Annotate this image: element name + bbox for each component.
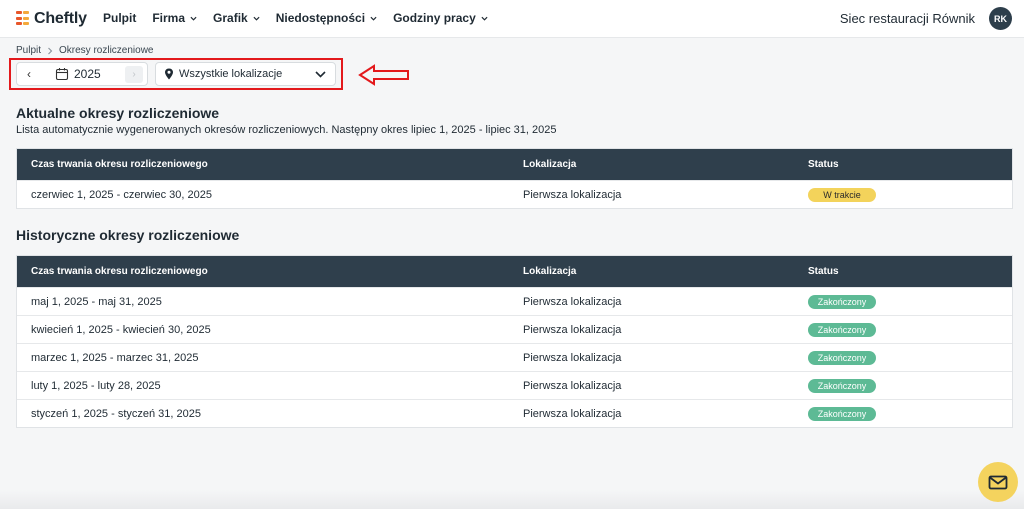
page-bottom-edge <box>0 490 1024 509</box>
selected-year: 2025 <box>74 67 101 81</box>
top-navigation: Cheftly Pulpit Firma Grafik Niedostępnoś… <box>0 0 1024 38</box>
current-periods-title: Aktualne okresy rozliczeniowe <box>16 105 220 121</box>
status-badge: Zakończony <box>808 323 876 337</box>
status-badge: Zakończony <box>808 379 876 393</box>
breadcrumb-home[interactable]: Pulpit <box>16 45 41 56</box>
cell-period: marzec 1, 2025 - marzec 31, 2025 <box>31 352 199 364</box>
cell-period: kwiecień 1, 2025 - kwiecień 30, 2025 <box>31 324 211 336</box>
history-periods-title: Historyczne okresy rozliczeniowe <box>16 227 240 243</box>
chevron-down-icon <box>481 16 488 21</box>
cell-location: Pierwsza lokalizacja <box>523 189 622 201</box>
location-select-value: Wszystkie lokalizacje <box>179 68 283 80</box>
logo-mark-icon <box>16 11 29 27</box>
column-header-period[interactable]: Czas trwania okresu rozliczeniowego <box>31 159 208 170</box>
user-avatar[interactable]: RK <box>989 7 1012 30</box>
main-nav: Pulpit Firma Grafik Niedostępności Godzi… <box>103 11 488 25</box>
table-row[interactable]: styczeń 1, 2025 - styczeń 31, 2025 Pierw… <box>17 399 1012 427</box>
chevron-down-icon <box>315 71 326 78</box>
cell-location: Pierwsza lokalizacja <box>523 296 622 308</box>
brand-logo[interactable]: Cheftly <box>16 10 87 28</box>
column-header-status[interactable]: Status <box>808 159 839 170</box>
column-header-status[interactable]: Status <box>808 266 839 277</box>
status-badge: Zakończony <box>808 407 876 421</box>
previous-year-button[interactable]: ‹ <box>17 67 41 81</box>
next-year-button[interactable]: › <box>125 66 143 83</box>
table-header: Czas trwania okresu rozliczeniowego Loka… <box>17 256 1012 287</box>
column-header-period[interactable]: Czas trwania okresu rozliczeniowego <box>31 266 208 277</box>
calendar-icon <box>55 68 69 81</box>
cell-period: czerwiec 1, 2025 - czerwiec 30, 2025 <box>31 189 212 201</box>
column-header-location[interactable]: Lokalizacja <box>523 266 576 277</box>
breadcrumb: Pulpit Okresy rozliczeniowe <box>16 45 154 56</box>
table-row[interactable]: marzec 1, 2025 - marzec 31, 2025 Pierwsz… <box>17 343 1012 371</box>
table-row[interactable]: kwiecień 1, 2025 - kwiecień 30, 2025 Pie… <box>17 315 1012 343</box>
cell-location: Pierwsza lokalizacja <box>523 324 622 336</box>
table-row[interactable]: czerwiec 1, 2025 - czerwiec 30, 2025 Pie… <box>17 180 1012 208</box>
status-badge: Zakończony <box>808 351 876 365</box>
year-picker: ‹ 2025 › <box>16 62 148 86</box>
nav-item-label: Firma <box>152 11 186 25</box>
cell-location: Pierwsza lokalizacja <box>523 408 622 420</box>
chevron-down-icon <box>253 16 260 21</box>
chevron-right-icon <box>48 47 53 54</box>
nav-item-label: Godziny pracy <box>393 11 476 25</box>
company-name[interactable]: Siec restauracji Równik <box>840 11 975 26</box>
status-badge: Zakończony <box>808 295 876 309</box>
current-periods-subtitle: Lista automatycznie wygenerowanych okres… <box>16 124 557 136</box>
table-row[interactable]: maj 1, 2025 - maj 31, 2025 Pierwsza loka… <box>17 287 1012 315</box>
cell-period: maj 1, 2025 - maj 31, 2025 <box>31 296 162 308</box>
nav-item-label: Grafik <box>213 11 248 25</box>
nav-item-niedostepnosci[interactable]: Niedostępności <box>276 11 377 25</box>
status-badge: W trakcie <box>808 188 876 202</box>
breadcrumb-current: Okresy rozliczeniowe <box>59 45 154 56</box>
nav-item-label: Niedostępności <box>275 11 366 25</box>
map-pin-icon <box>165 68 173 80</box>
nav-item-grafik[interactable]: Grafik <box>213 11 260 25</box>
brand-name: Cheftly <box>34 10 87 27</box>
cell-location: Pierwsza lokalizacja <box>523 352 622 364</box>
envelope-icon <box>988 475 1008 489</box>
current-periods-table: Czas trwania okresu rozliczeniowego Loka… <box>16 148 1013 209</box>
cell-location: Pierwsza lokalizacja <box>523 380 622 392</box>
chevron-down-icon <box>190 16 197 21</box>
nav-item-pulpit[interactable]: Pulpit <box>103 11 136 25</box>
cell-period: luty 1, 2025 - luty 28, 2025 <box>31 380 161 392</box>
history-periods-table: Czas trwania okresu rozliczeniowego Loka… <box>16 255 1013 428</box>
cell-period: styczeń 1, 2025 - styczeń 31, 2025 <box>31 408 201 420</box>
nav-item-label: Pulpit <box>103 11 137 25</box>
nav-item-firma[interactable]: Firma <box>152 11 197 25</box>
nav-item-godziny-pracy[interactable]: Godziny pracy <box>393 11 488 25</box>
table-header: Czas trwania okresu rozliczeniowego Loka… <box>17 149 1012 180</box>
column-header-location[interactable]: Lokalizacja <box>523 159 576 170</box>
table-row[interactable]: luty 1, 2025 - luty 28, 2025 Pierwsza lo… <box>17 371 1012 399</box>
message-button[interactable] <box>978 462 1018 502</box>
chevron-down-icon <box>370 16 377 21</box>
annotation-arrow-icon <box>358 64 409 86</box>
location-select[interactable]: Wszystkie lokalizacje <box>155 62 336 86</box>
